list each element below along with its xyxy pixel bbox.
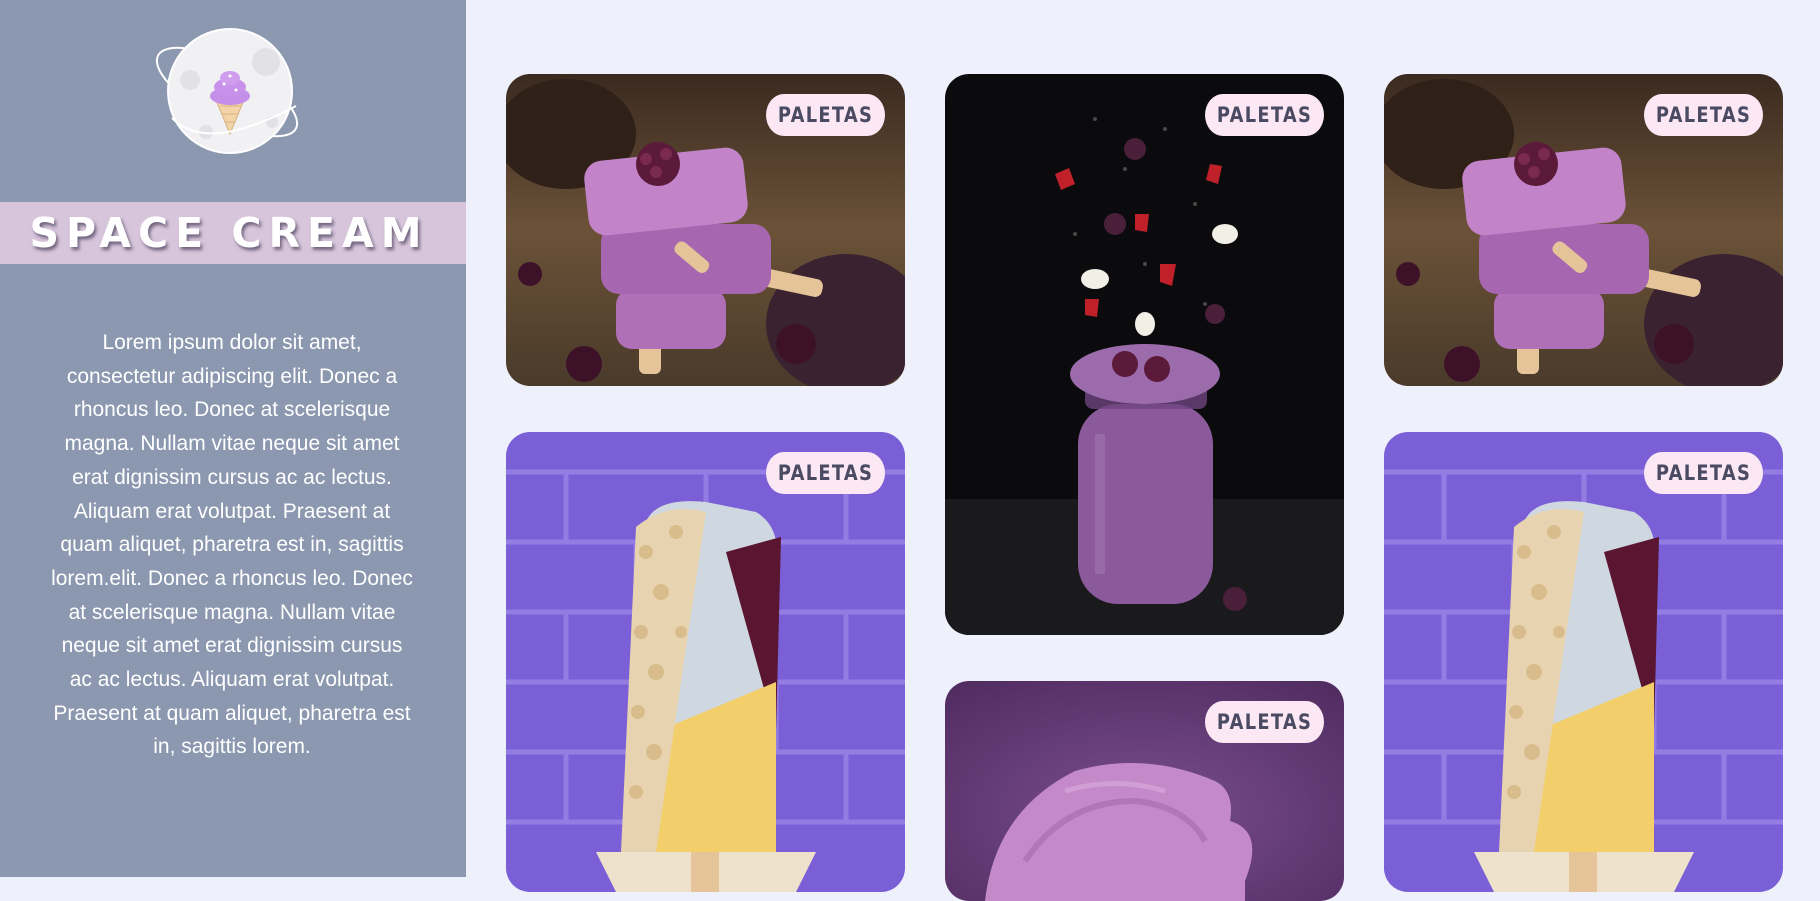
category-badge[interactable]: PALETAS [766,452,885,494]
category-badge[interactable]: PALETAS [1644,452,1763,494]
category-badge[interactable]: PALETAS [1205,701,1324,743]
nut-coated-popsicle-image [506,432,905,892]
sidebar-description: Lorem ipsum dolor sit amet, consectetur … [51,331,413,759]
sidebar: SPACE CREAM Lorem ipsum dolor sit amet, … [0,0,466,877]
ice-cream-planet-logo[interactable] [146,22,308,162]
category-badge[interactable]: PALETAS [766,94,885,136]
berry-smoothie-jar-image [945,74,1344,635]
gallery-card[interactable]: PALETAS [945,74,1344,635]
gallery-card[interactable]: PALETAS [945,681,1344,901]
category-badge[interactable]: PALETAS [1644,94,1763,136]
gallery-card[interactable]: PALETAS [1384,432,1783,892]
gallery-card[interactable]: PALETAS [506,432,905,892]
brand-title: SPACE CREAM [29,209,429,257]
gallery-card[interactable]: PALETAS [1384,74,1783,386]
nut-coated-popsicle-image [1384,432,1783,892]
brand-band: SPACE CREAM [0,202,466,264]
gallery-card[interactable]: PALETAS [506,74,905,386]
category-badge[interactable]: PALETAS [1205,94,1324,136]
